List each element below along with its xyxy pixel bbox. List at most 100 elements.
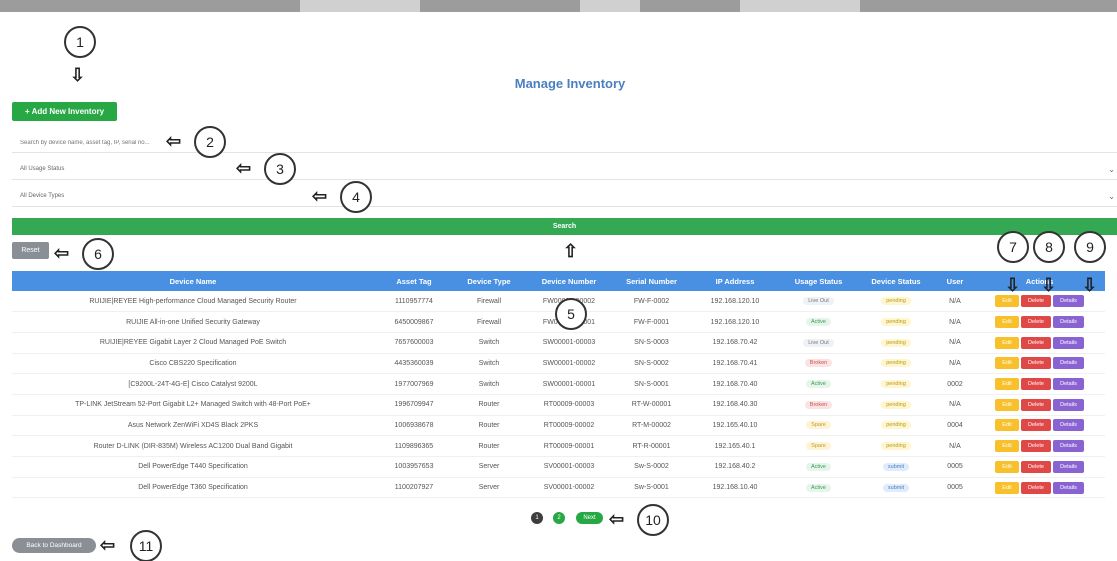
details-button[interactable]: Details [1053, 460, 1084, 473]
column-header: Device Name [12, 271, 374, 291]
delete-button[interactable]: Delete [1021, 419, 1051, 432]
edit-button[interactable]: Edit [995, 357, 1019, 370]
device-name-cell: Asus Network ZenWiFi XD4S Black 2PKS [12, 415, 374, 437]
usage-status-cell: Active [781, 373, 856, 395]
device-type-select[interactable]: All Device Types ⌄ [12, 185, 1117, 207]
user-cell: 0002 [936, 373, 974, 395]
arrow-left-icon: ⇦ [236, 158, 252, 178]
device-name-cell: Cisco CBS220 Specification [12, 353, 374, 375]
device-status-badge: pending [881, 380, 911, 389]
edit-button[interactable]: Edit [995, 481, 1019, 494]
banner-segment [640, 0, 740, 12]
callout-marker: 8 [1033, 231, 1065, 263]
asset-tag-cell: 7657600003 [374, 332, 454, 354]
edit-button[interactable]: Edit [995, 295, 1019, 308]
device-status-cell: submit [856, 456, 936, 478]
callout-marker: 7 [997, 231, 1029, 263]
column-header: Asset Tag [374, 271, 454, 291]
actions-cell: Edit Delete Details [974, 311, 1105, 333]
usage-status-select[interactable]: All Usage Status ⌄ [12, 158, 1117, 180]
edit-button[interactable]: Edit [995, 398, 1019, 411]
device-status-cell: submit [856, 477, 936, 499]
callout-marker: 10 [637, 504, 669, 536]
device-type-value: All Device Types [20, 192, 65, 199]
edit-button[interactable]: Edit [995, 378, 1019, 391]
edit-button[interactable]: Edit [995, 316, 1019, 329]
delete-button[interactable]: Delete [1021, 440, 1051, 453]
device-name-cell: RUIJIE|REYEE Gigabit Layer 2 Cloud Manag… [12, 332, 374, 354]
usage-status-badge: Spare [806, 442, 831, 451]
details-button[interactable]: Details [1053, 481, 1084, 494]
device-status-badge: pending [881, 442, 911, 451]
arrow-left-icon: ⇦ [100, 535, 116, 555]
delete-button[interactable]: Delete [1021, 481, 1051, 494]
asset-tag-cell: 4435360039 [374, 353, 454, 375]
asset-tag-cell: 1109896365 [374, 435, 454, 457]
usage-status-cell: Active [781, 456, 856, 478]
usage-status-badge: Active [806, 462, 831, 471]
device-status-cell: pending [856, 353, 936, 375]
asset-tag-cell: 6450009867 [374, 311, 454, 333]
back-to-dashboard-button[interactable]: Back to Dashboard [12, 538, 96, 553]
ip-address-cell: 192.165.40.10 [689, 415, 781, 437]
device-status-badge: submit [882, 483, 910, 492]
asset-tag-cell: 1006938678 [374, 415, 454, 437]
delete-button[interactable]: Delete [1021, 378, 1051, 391]
column-header: Usage Status [781, 271, 856, 291]
table-row: TP-LINK JetStream 52-Port Gigabit L2+ Ma… [12, 394, 1105, 416]
delete-button[interactable]: Delete [1021, 398, 1051, 411]
device-number-cell: SW00001-00003 [524, 332, 614, 354]
callout-marker: 9 [1074, 231, 1106, 263]
ip-address-cell: 192.168.40.30 [689, 394, 781, 416]
user-cell: N/A [936, 394, 974, 416]
details-button[interactable]: Details [1053, 419, 1084, 432]
page-2-button[interactable]: 2 [553, 512, 565, 524]
device-status-badge: pending [881, 297, 911, 306]
edit-button[interactable]: Edit [995, 419, 1019, 432]
details-button[interactable]: Details [1053, 316, 1084, 329]
next-page-button[interactable]: Next [576, 512, 603, 524]
table-row: Cisco CBS220 Specification 4435360039 Swit… [12, 353, 1105, 375]
delete-button[interactable]: Delete [1021, 460, 1051, 473]
edit-button[interactable]: Edit [995, 460, 1019, 473]
usage-status-cell: Broken [781, 353, 856, 375]
page-1-button[interactable]: 1 [531, 512, 543, 524]
serial-number-cell: RT-M-00002 [614, 415, 689, 437]
details-button[interactable]: Details [1053, 378, 1084, 391]
arrow-down-icon: ⇩ [1041, 275, 1057, 295]
usage-status-badge: Live Out [803, 297, 834, 306]
search-button[interactable]: Search [12, 218, 1117, 235]
usage-status-badge: Broken [804, 359, 833, 368]
details-button[interactable]: Details [1053, 336, 1084, 349]
asset-tag-cell: 1996709947 [374, 394, 454, 416]
device-type-cell: Firewall [454, 291, 524, 313]
device-type-cell: Router [454, 435, 524, 457]
banner-segment [0, 0, 300, 12]
reset-button[interactable]: Reset [12, 242, 49, 259]
details-button[interactable]: Details [1053, 295, 1084, 308]
edit-button[interactable]: Edit [995, 440, 1019, 453]
delete-button[interactable]: Delete [1021, 295, 1051, 308]
chevron-down-icon: ⌄ [1108, 165, 1115, 174]
usage-status-badge: Live Out [803, 338, 834, 347]
device-type-cell: Switch [454, 353, 524, 375]
device-name-cell: RUIJIE All-in-one Unified Security Gatew… [12, 311, 374, 333]
table-row: Dell PowerEdge T360 Specification 1100207… [12, 477, 1105, 499]
callout-marker: 5 [555, 298, 587, 330]
details-button[interactable]: Details [1053, 398, 1084, 411]
add-inventory-button[interactable]: + Add New Inventory [12, 102, 117, 121]
device-type-cell: Router [454, 415, 524, 437]
details-button[interactable]: Details [1053, 357, 1084, 370]
user-cell: N/A [936, 291, 974, 313]
delete-button[interactable]: Delete [1021, 316, 1051, 329]
column-header: Device Number [524, 271, 614, 291]
edit-button[interactable]: Edit [995, 336, 1019, 349]
ip-address-cell: 192.168.40.2 [689, 456, 781, 478]
details-button[interactable]: Details [1053, 440, 1084, 453]
asset-tag-cell: 1100207927 [374, 477, 454, 499]
actions-cell: Edit Delete Details [974, 435, 1105, 457]
callout-marker: 1 [64, 26, 96, 58]
delete-button[interactable]: Delete [1021, 336, 1051, 349]
delete-button[interactable]: Delete [1021, 357, 1051, 370]
serial-number-cell: RT-R-00001 [614, 435, 689, 457]
